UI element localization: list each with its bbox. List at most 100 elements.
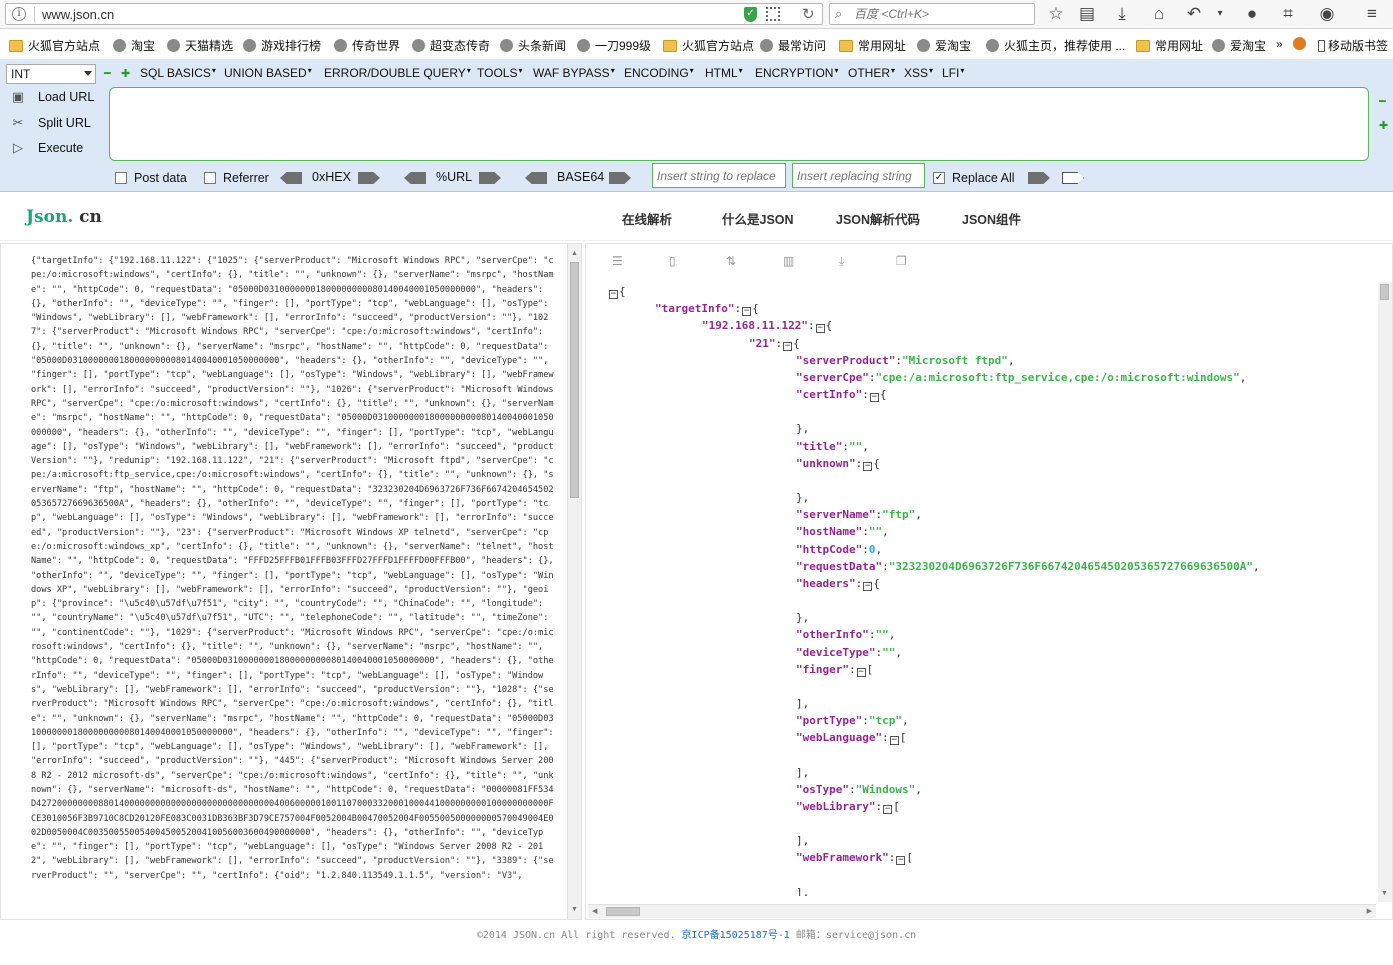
- compress-file-icon[interactable]: ▯: [669, 254, 676, 268]
- bookmarks-overflow-button[interactable]: »: [1276, 37, 1283, 51]
- bookmark-item[interactable]: 常用网址: [839, 37, 906, 54]
- chat-icon[interactable]: ●: [1242, 3, 1262, 25]
- referrer-checkbox[interactable]: Referrer: [204, 171, 269, 185]
- star-icon[interactable]: ☆: [1046, 3, 1066, 25]
- replace-to-input[interactable]: [792, 163, 925, 188]
- raw-json-scrollbar[interactable]: ▲ ▼: [567, 244, 581, 919]
- nav-json-code[interactable]: JSON解析代码: [836, 209, 920, 228]
- scroll-up-icon[interactable]: ▲: [571, 250, 578, 257]
- minus-icon[interactable]: ━: [104, 67, 111, 80]
- type-select[interactable]: INT: [6, 64, 96, 84]
- replace-all-checkbox[interactable]: ✓ Replace All: [933, 171, 1015, 185]
- shield-icon[interactable]: ✓: [744, 7, 757, 22]
- back-history-icon[interactable]: ↶: [1184, 3, 1204, 25]
- reload-icon[interactable]: ↻: [802, 5, 815, 23]
- home-icon[interactable]: ⌂: [1148, 3, 1170, 25]
- hackbar-menu-xss[interactable]: XSS: [904, 66, 933, 80]
- crop-icon[interactable]: ⌗: [1278, 3, 1298, 25]
- collapse-toggle-icon[interactable]: −: [869, 393, 879, 403]
- collapse-toggle-icon[interactable]: −: [863, 461, 873, 471]
- post-data-check[interactable]: [115, 172, 127, 184]
- collapse-toggle-icon[interactable]: −: [889, 736, 899, 746]
- base64-decode-arrow-icon[interactable]: [525, 172, 547, 184]
- search-box[interactable]: ⌕: [829, 3, 1035, 25]
- replace-from-input[interactable]: [652, 163, 786, 188]
- scrollbar-thumb[interactable]: [1380, 284, 1389, 300]
- bookmark-item[interactable]: 游戏排行榜: [243, 37, 321, 54]
- bookmark-item[interactable]: 爱淘宝: [917, 37, 971, 54]
- bookmark-item[interactable]: 常用网址: [1136, 37, 1203, 54]
- hackbar-menu-encryption[interactable]: ENCRYPTION: [755, 66, 838, 80]
- tree-vertical-scrollbar[interactable]: ▼: [1378, 282, 1392, 902]
- collapse-toggle-icon[interactable]: −: [783, 341, 793, 351]
- hackbar-menu-union-based[interactable]: UNION BASED: [224, 66, 312, 80]
- hackbar-menu-waf-bypass[interactable]: WAF BYPASS: [533, 66, 615, 80]
- collapse-toggle-icon[interactable]: −: [896, 856, 906, 866]
- hackbar-menu-html[interactable]: HTML: [705, 66, 743, 80]
- nav-what-is-json[interactable]: 什么是JSON: [722, 209, 794, 228]
- database-icon[interactable]: ☰: [612, 254, 623, 268]
- scroll-left-icon[interactable]: ◀: [592, 907, 597, 915]
- bookmark-item[interactable]: 火狐官方站点: [9, 37, 100, 54]
- bookmark-item[interactable]: 最常访问: [760, 37, 826, 54]
- hackbar-menu-tools[interactable]: TOOLS: [477, 66, 522, 80]
- scroll-right-icon[interactable]: ▶: [1367, 907, 1372, 915]
- bookmark-item[interactable]: 头条新闻: [500, 37, 566, 54]
- sort-icon[interactable]: ⇅: [726, 254, 736, 268]
- nav-online-parse[interactable]: 在线解析: [622, 209, 672, 228]
- referrer-check[interactable]: [204, 172, 216, 184]
- base64-encode-arrow-icon[interactable]: [609, 172, 631, 184]
- qr-code-icon[interactable]: [766, 7, 780, 21]
- url-textarea[interactable]: [109, 87, 1369, 161]
- bookmark-item[interactable]: 超变态传奇: [412, 37, 490, 54]
- nav-json-components[interactable]: JSON组件: [962, 209, 1021, 228]
- bookmark-item[interactable]: 一刀999级: [577, 37, 651, 54]
- scroll-down-icon[interactable]: ▼: [571, 906, 578, 913]
- history-dropdown-icon[interactable]: ▾: [1212, 3, 1228, 25]
- plus-icon[interactable]: ✚: [121, 67, 130, 80]
- replace-arrow-icon[interactable]: [1028, 172, 1050, 184]
- site-logo[interactable]: Json. cn: [26, 207, 102, 227]
- shrink-icon[interactable]: ━: [1379, 95, 1386, 108]
- mobile-bookmarks-button[interactable]: 移动版书签: [1318, 37, 1388, 54]
- hackbar-menu-encoding[interactable]: ENCODING: [624, 66, 694, 80]
- hex-encode-arrow-icon[interactable]: [358, 172, 380, 184]
- scroll-down-icon[interactable]: ▼: [1381, 890, 1388, 897]
- download-icon[interactable]: ⤓: [839, 254, 844, 269]
- search-input[interactable]: [854, 6, 1030, 22]
- bookmark-item[interactable]: 天猫精选: [167, 37, 233, 54]
- url-encode-arrow-icon[interactable]: [479, 172, 501, 184]
- download-icon[interactable]: ⤓: [1112, 3, 1132, 25]
- collapse-toggle-icon[interactable]: −: [609, 290, 618, 299]
- hackbar-menu-sql-basics[interactable]: SQL BASICS: [140, 66, 216, 80]
- post-data-checkbox[interactable]: Post data: [115, 171, 187, 185]
- tree-horizontal-scrollbar[interactable]: ◀ ▶: [588, 904, 1376, 918]
- hackbar-menu-error-double-query[interactable]: ERROR/DOUBLE QUERY: [324, 66, 471, 80]
- expand-icon[interactable]: ✚: [1379, 119, 1388, 132]
- menu-icon[interactable]: ≡: [1362, 3, 1382, 25]
- collapse-toggle-icon[interactable]: −: [856, 667, 866, 677]
- bookmark-item[interactable]: 传奇世界: [334, 37, 400, 54]
- replace-all-check[interactable]: ✓: [933, 172, 945, 184]
- bookmark-item[interactable]: 淘宝: [113, 37, 155, 54]
- collapse-toggle-icon[interactable]: −: [863, 582, 873, 591]
- url-text[interactable]: www.json.cn: [42, 7, 114, 22]
- load-url-button[interactable]: ▣ Load URL: [8, 89, 94, 105]
- replace-next-arrow-icon[interactable]: [1062, 172, 1084, 184]
- copy-icon[interactable]: ❐: [896, 254, 907, 268]
- reader-list-icon[interactable]: ▤: [1077, 3, 1097, 25]
- hackbar-menu-other[interactable]: OTHER: [848, 66, 895, 80]
- bookmark-item[interactable]: 火狐官方站点: [663, 37, 754, 54]
- profile-icon[interactable]: ◉: [1314, 3, 1340, 25]
- icp-link[interactable]: 京ICP备15025187号-1: [682, 930, 790, 941]
- url-decode-arrow-icon[interactable]: [404, 172, 426, 184]
- collapse-toggle-icon[interactable]: −: [883, 805, 893, 814]
- bookmark-item[interactable]: 爱淘宝: [1212, 37, 1266, 54]
- raw-json-input[interactable]: {"targetInfo": {"192.168.11.122": {"1025…: [1, 244, 566, 919]
- scrollbar-thumb[interactable]: [606, 907, 640, 916]
- hex-decode-arrow-icon[interactable]: [280, 172, 302, 184]
- execute-button[interactable]: ▷ Execute: [8, 140, 83, 156]
- collapse-toggle-icon[interactable]: −: [742, 307, 752, 317]
- hackbar-menu-lfi[interactable]: LFI: [942, 66, 964, 80]
- firefox-bookmark[interactable]: [1293, 37, 1311, 50]
